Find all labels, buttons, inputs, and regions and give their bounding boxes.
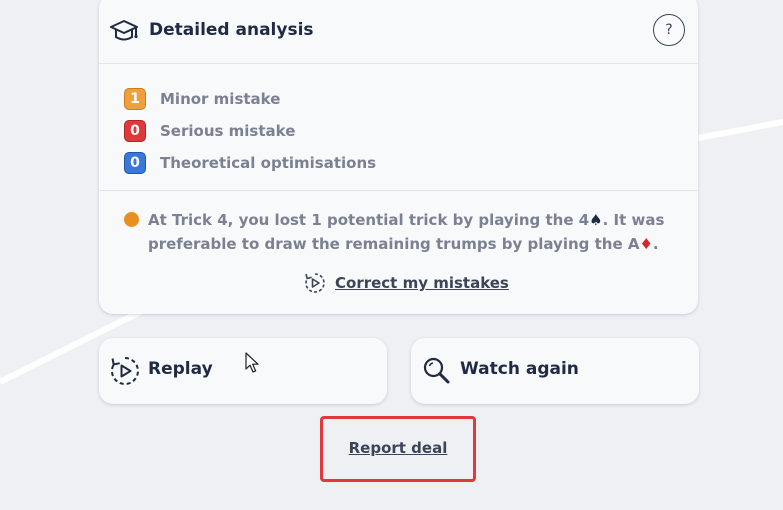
diamond-icon: ♦	[639, 235, 653, 253]
mistake-description: At Trick 4, you lost 1 potential trick b…	[148, 208, 668, 256]
replay-label: Replay	[148, 359, 213, 379]
optimisations-count-badge: 0	[124, 152, 146, 174]
divider	[99, 190, 698, 191]
minor-mistake-indicator	[124, 212, 139, 227]
report-deal-highlight: Report deal	[320, 416, 476, 482]
legend-label: Minor mistake	[160, 90, 281, 108]
replay-icon	[110, 357, 139, 385]
legend-label: Theoretical optimisations	[160, 154, 377, 172]
mistake-text-part: At Trick 4, you lost 1 potential trick b…	[148, 211, 590, 229]
help-button[interactable]: ?	[653, 14, 685, 46]
mistake-text-part: .	[652, 235, 659, 253]
watch-again-button[interactable]: Watch again	[411, 338, 699, 404]
legend-label: Serious mistake	[160, 122, 296, 140]
graduation-cap-icon	[110, 20, 138, 41]
replay-button[interactable]: Replay	[99, 338, 387, 404]
spade-icon: ♠	[589, 211, 603, 229]
report-deal-link[interactable]: Report deal	[323, 439, 473, 457]
correct-mistakes-label: Correct my mistakes	[335, 274, 509, 292]
detailed-analysis-panel: Detailed analysis ? 1 Minor mistake 0 Se…	[99, 0, 698, 314]
watch-again-label: Watch again	[460, 359, 579, 379]
serious-mistake-count-badge: 0	[124, 120, 146, 142]
mouse-cursor-icon	[245, 352, 259, 373]
replay-play-icon	[305, 273, 325, 293]
analysis-title: Detailed analysis	[149, 20, 314, 40]
minor-mistake-count-badge: 1	[124, 88, 146, 110]
magnifier-icon	[423, 357, 450, 384]
analysis-header: Detailed analysis ?	[99, 0, 698, 64]
